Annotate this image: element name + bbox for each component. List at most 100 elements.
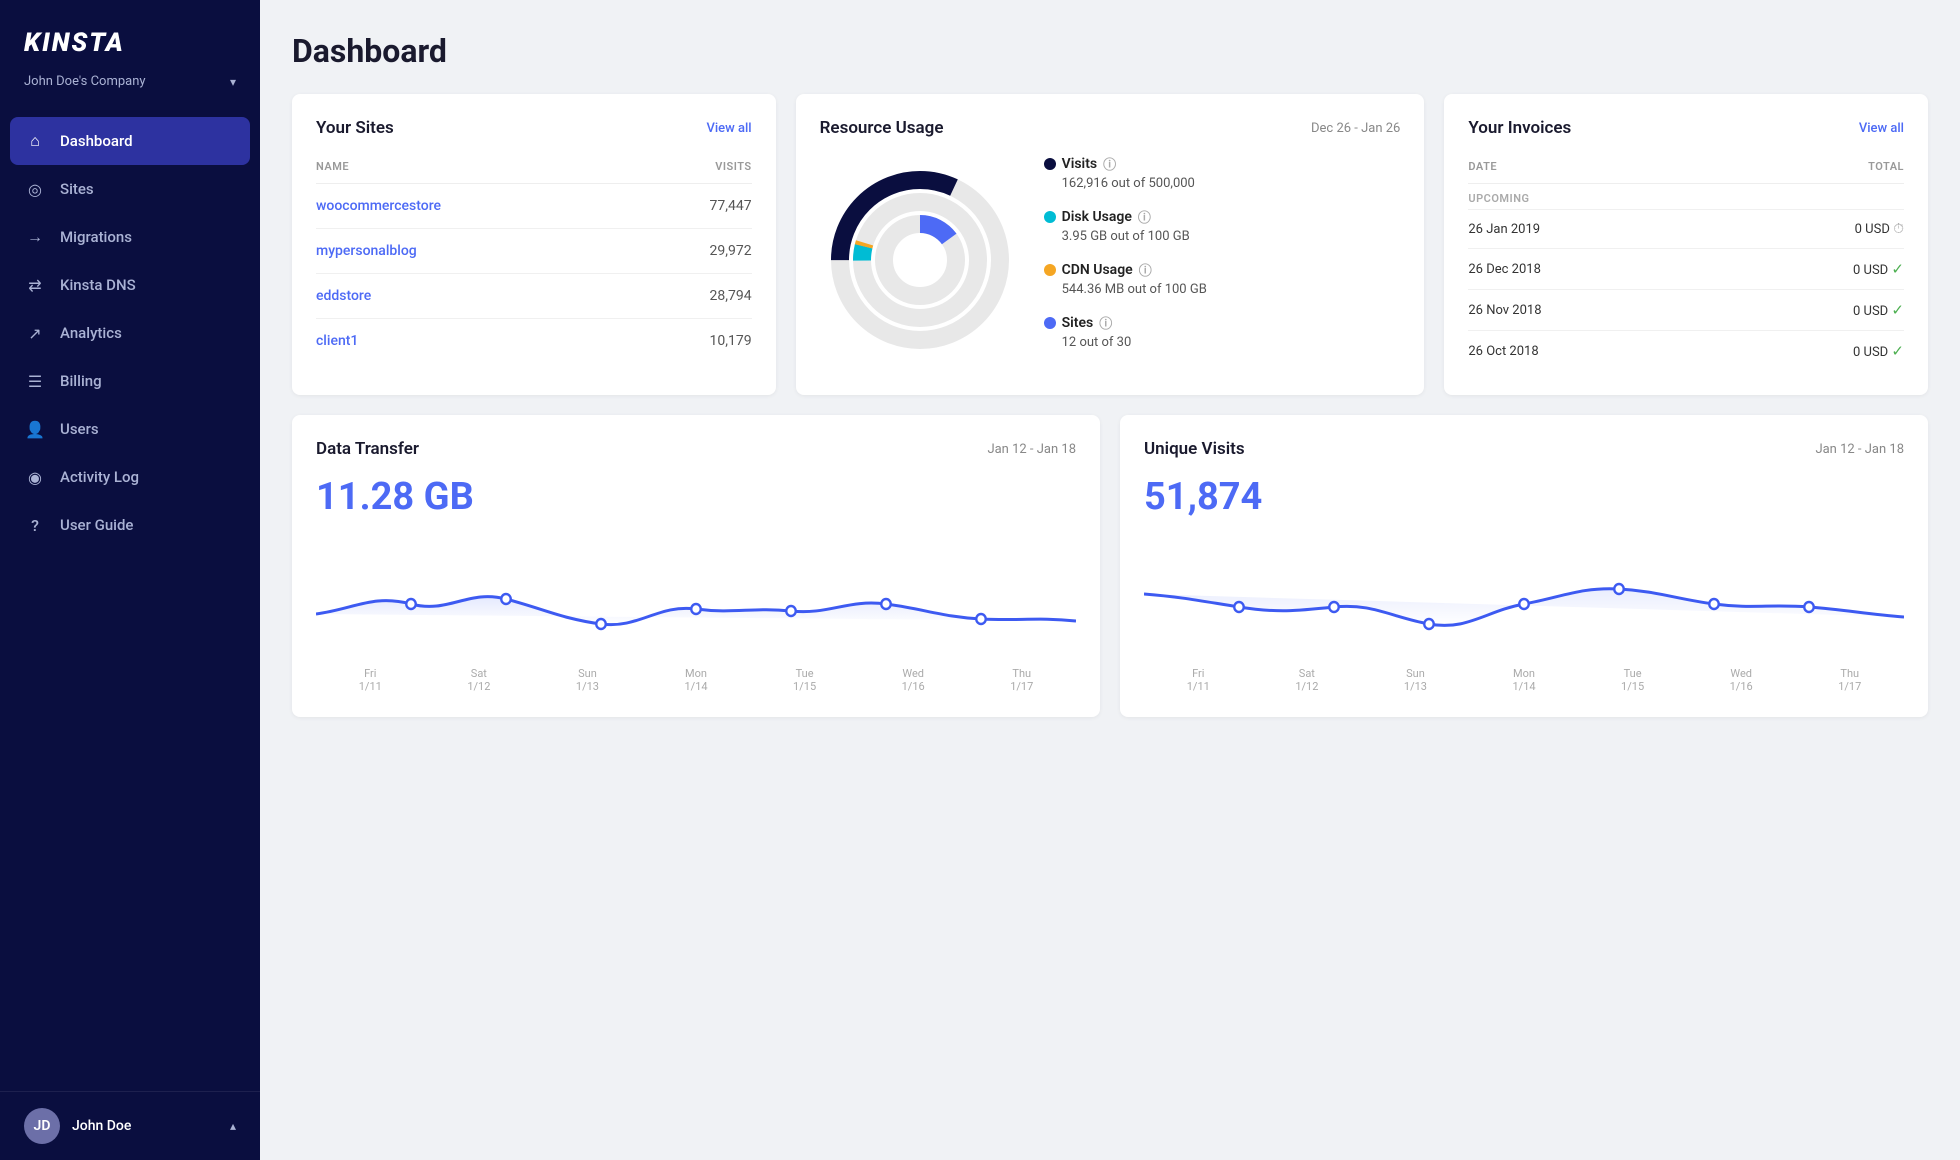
upcoming-label: UPCOMING — [1468, 184, 1904, 210]
user-profile[interactable]: JD John Doe ▴ — [0, 1091, 260, 1160]
sidebar-label-dashboard: Dashboard — [60, 132, 133, 150]
invoices-col-date: DATE — [1468, 154, 1725, 184]
billing-icon: ☰ — [24, 370, 46, 392]
sidebar-item-sites[interactable]: ◎ Sites — [0, 165, 260, 213]
your-sites-card: Your Sites View all NAME VISITS woocomme… — [292, 94, 776, 395]
sidebar-item-activity-log[interactable]: ◉Activity Log — [0, 453, 260, 501]
sidebar-item-user-guide[interactable]: ?User Guide — [0, 501, 260, 549]
resource-card-header: Resource Usage Dec 26 - Jan 26 — [820, 118, 1401, 138]
legend-value: 12 out of 30 — [1062, 335, 1401, 350]
sidebar-label-users: Users — [60, 420, 99, 438]
check-icon: ✓ — [1891, 342, 1904, 360]
site-name-cell[interactable]: client1 — [316, 319, 642, 364]
legend-item: Sites ⓘ 12 out of 30 — [1044, 313, 1401, 350]
xaxis-label: Sun 1/13 — [1361, 667, 1470, 693]
chevron-down-icon: ▾ — [230, 75, 236, 89]
analytics-icon: ↗ — [24, 322, 46, 344]
xaxis-label: Thu 1/17 — [967, 667, 1076, 693]
list-item: 26 Jan 2019 0 USD ⏱ — [1468, 210, 1904, 249]
xaxis-label: Fri 1/11 — [1144, 667, 1253, 693]
legend-item: Visits ⓘ 162,916 out of 500,000 — [1044, 154, 1401, 191]
unique-visits-date: Jan 12 - Jan 18 — [1815, 442, 1904, 457]
legend-dot — [1044, 317, 1056, 329]
legend-value: 3.95 GB out of 100 GB — [1062, 229, 1401, 244]
invoice-total: 0 USD ⏱ — [1725, 210, 1904, 249]
sidebar-label-analytics: Analytics — [60, 324, 122, 342]
resource-date-range: Dec 26 - Jan 26 — [1311, 121, 1400, 136]
legend-title: Sites ⓘ — [1044, 313, 1401, 332]
user-name: John Doe — [72, 1118, 218, 1134]
site-name-cell[interactable]: woocommercestore — [316, 184, 642, 229]
legend-dot — [1044, 211, 1056, 223]
sites-view-all-link[interactable]: View all — [706, 121, 751, 136]
sidebar-nav: ⌂ Dashboard ◎ Sites →Migrations ⇄ Kinsta DNS ↗ A… — [0, 109, 260, 1091]
logo-area: KINSTA — [0, 0, 260, 68]
table-row: woocommercestore 77,447 — [316, 184, 752, 229]
resource-legend: Visits ⓘ 162,916 out of 500,000 Disk Usa… — [1044, 154, 1401, 366]
data-transfer-title: Data Transfer — [316, 439, 419, 459]
data-transfer-header: Data Transfer Jan 12 - Jan 18 — [316, 439, 1076, 459]
company-selector[interactable]: John Doe's Company ▾ — [0, 68, 260, 109]
sidebar-label-kinsta-dns: Kinsta DNS — [60, 276, 136, 294]
kinsta-dns-icon: ⇄ — [24, 274, 46, 296]
help-icon[interactable]: ⓘ — [1139, 260, 1152, 279]
dashboard-icon: ⌂ — [24, 130, 46, 152]
site-visits-cell: 28,794 — [642, 274, 752, 319]
legend-title: Disk Usage ⓘ — [1044, 207, 1401, 226]
sidebar-label-activity-log: Activity Log — [60, 468, 139, 486]
unique-visits-xaxis: Fri 1/11Sat 1/12Sun 1/13Mon 1/14Tue 1/15… — [1144, 667, 1904, 693]
sidebar-item-dashboard[interactable]: ⌂ Dashboard — [10, 117, 250, 165]
sidebar-item-analytics[interactable]: ↗ Analytics — [0, 309, 260, 357]
site-name-cell[interactable]: eddstore — [316, 274, 642, 319]
unique-visits-value: 51,874 — [1144, 475, 1904, 519]
invoices-view-all-link[interactable]: View all — [1859, 121, 1904, 136]
table-row: client1 10,179 — [316, 319, 752, 364]
site-visits-cell: 77,447 — [642, 184, 752, 229]
invoice-date: 26 Jan 2019 — [1468, 210, 1725, 249]
top-cards: Your Sites View all NAME VISITS woocomme… — [292, 94, 1928, 395]
unique-visits-svg — [1144, 539, 1904, 659]
site-visits-cell: 10,179 — [642, 319, 752, 364]
sites-card-title: Your Sites — [316, 118, 394, 138]
sidebar-item-users[interactable]: 👤 Users — [0, 405, 260, 453]
upcoming-label-row: UPCOMING — [1468, 184, 1904, 210]
sidebar-item-migrations[interactable]: →Migrations — [0, 213, 260, 261]
xaxis-label: Wed 1/16 — [859, 667, 968, 693]
legend-item: Disk Usage ⓘ 3.95 GB out of 100 GB — [1044, 207, 1401, 244]
legend-value: 544.36 MB out of 100 GB — [1062, 282, 1401, 297]
xaxis-label: Sat 1/12 — [425, 667, 534, 693]
sidebar-item-billing[interactable]: ☰ Billing — [0, 357, 260, 405]
users-icon: 👤 — [24, 418, 46, 440]
sidebar-label-billing: Billing — [60, 372, 102, 390]
xaxis-label: Thu 1/17 — [1795, 667, 1904, 693]
invoice-date: 26 Dec 2018 — [1468, 249, 1725, 290]
sidebar-label-sites: Sites — [60, 180, 94, 198]
legend-value: 162,916 out of 500,000 — [1062, 176, 1401, 191]
chevron-up-icon: ▴ — [230, 1119, 236, 1133]
page-title: Dashboard — [292, 32, 1928, 70]
invoice-total: 0 USD ✓ — [1725, 249, 1904, 290]
xaxis-label: Tue 1/15 — [1578, 667, 1687, 693]
sidebar-label-migrations: Migrations — [60, 228, 132, 246]
help-icon[interactable]: ⓘ — [1138, 207, 1151, 226]
sidebar-item-kinsta-dns[interactable]: ⇄ Kinsta DNS — [0, 261, 260, 309]
legend-item: CDN Usage ⓘ 544.36 MB out of 100 GB — [1044, 260, 1401, 297]
unique-visits-title: Unique Visits — [1144, 439, 1245, 459]
list-item: 26 Dec 2018 0 USD ✓ — [1468, 249, 1904, 290]
site-name-cell[interactable]: mypersonalblog — [316, 229, 642, 274]
xaxis-label: Tue 1/15 — [750, 667, 859, 693]
clock-icon: ⏱ — [1893, 221, 1904, 237]
sidebar-label-user-guide: User Guide — [60, 516, 133, 534]
sites-icon: ◎ — [24, 178, 46, 200]
help-icon[interactable]: ⓘ — [1103, 154, 1116, 173]
legend-title: CDN Usage ⓘ — [1044, 260, 1401, 279]
help-icon[interactable]: ⓘ — [1099, 313, 1112, 332]
xaxis-label: Wed 1/16 — [1687, 667, 1796, 693]
unique-visits-chart — [1144, 539, 1904, 659]
check-icon: ✓ — [1891, 260, 1904, 278]
legend-title: Visits ⓘ — [1044, 154, 1401, 173]
unique-visits-card: Unique Visits Jan 12 - Jan 18 51,874 — [1120, 415, 1928, 717]
invoices-col-total: TOTAL — [1725, 154, 1904, 184]
legend-dot — [1044, 158, 1056, 170]
main-content: Dashboard Your Sites View all NAME VISIT… — [260, 0, 1960, 1160]
